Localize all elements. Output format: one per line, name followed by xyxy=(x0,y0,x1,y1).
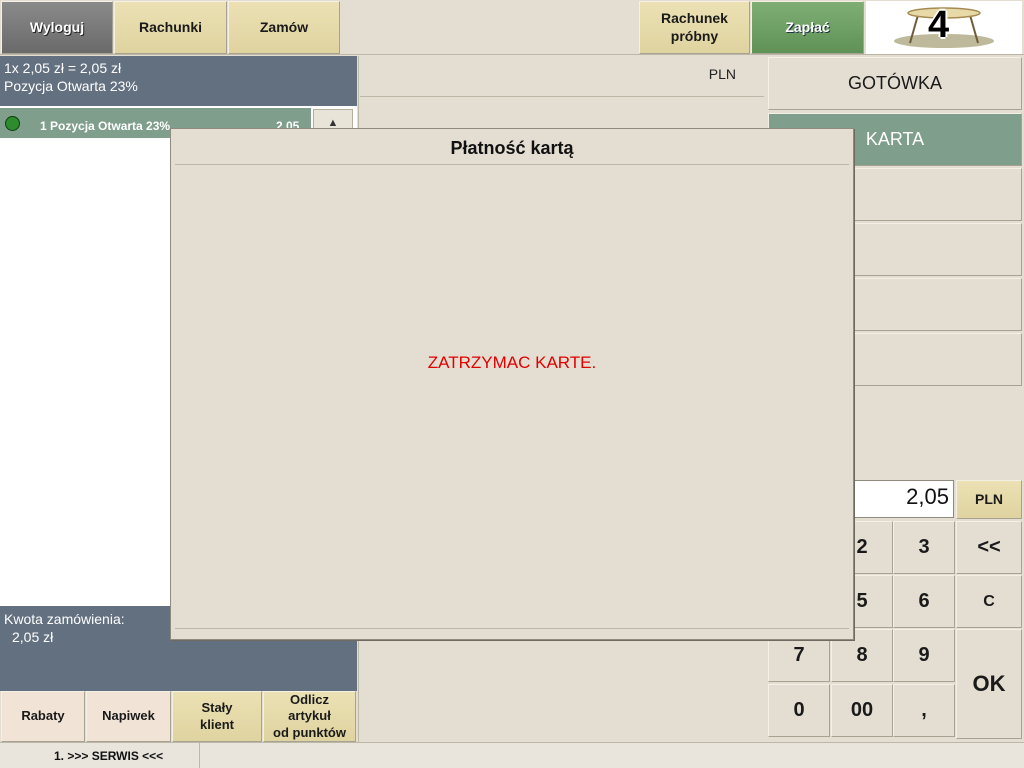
card-payment-dialog: Płatność kartą ZATRZYMAC KARTE. xyxy=(170,128,854,640)
dialog-body xyxy=(175,166,849,629)
deduct-points-button[interactable]: Odlicz artykuł od punktów xyxy=(263,691,356,742)
clear-button[interactable]: C xyxy=(956,575,1022,628)
dialog-message: ZATRZYMAC KARTE. xyxy=(427,353,597,372)
regular-client-button[interactable]: Stały klient xyxy=(172,691,262,742)
key-6[interactable]: 6 xyxy=(893,575,955,628)
order-button[interactable]: Zamów xyxy=(228,1,340,54)
table-number: 4 xyxy=(928,4,950,46)
dialog-title: Płatność kartą xyxy=(175,133,849,165)
currency-label: PLN xyxy=(360,57,764,97)
amount-input[interactable]: 2,05 xyxy=(850,480,954,518)
order-row-label: 1 Pozycja Otwarta 23% xyxy=(40,119,171,133)
order-summary-line: 1x 2,05 zł = 2,05 zł xyxy=(4,60,122,76)
ok-button[interactable]: OK xyxy=(956,629,1022,739)
order-item-name: Pozycja Otwarta 23% xyxy=(4,78,138,94)
discounts-button[interactable]: Rabaty xyxy=(1,691,85,742)
order-info-panel: 1x 2,05 zł = 2,05 zł Pozycja Otwarta 23% xyxy=(0,56,357,106)
key-0[interactable]: 0 xyxy=(768,684,830,737)
backspace-button[interactable]: << xyxy=(956,521,1022,574)
tip-button[interactable]: Napiwek xyxy=(86,691,171,742)
logout-button[interactable]: Wyloguj xyxy=(1,1,113,54)
key-9[interactable]: 9 xyxy=(893,629,955,682)
currency-button[interactable]: PLN xyxy=(956,480,1022,519)
key-3[interactable]: 3 xyxy=(893,521,955,574)
cash-button[interactable]: GOTÓWKA xyxy=(768,57,1022,110)
proforma-bill-button[interactable]: Rachunek próbny xyxy=(639,1,750,54)
bills-button[interactable]: Rachunki xyxy=(114,1,227,54)
table-indicator[interactable]: 4 xyxy=(866,1,1022,54)
key-comma[interactable]: , xyxy=(893,684,955,737)
pay-button[interactable]: Zapłać xyxy=(751,1,864,54)
status-bar-service-label[interactable]: 1. >>> SERWIS <<< xyxy=(0,743,200,768)
key-00[interactable]: 00 xyxy=(831,684,893,737)
status-dot-icon xyxy=(5,116,20,131)
